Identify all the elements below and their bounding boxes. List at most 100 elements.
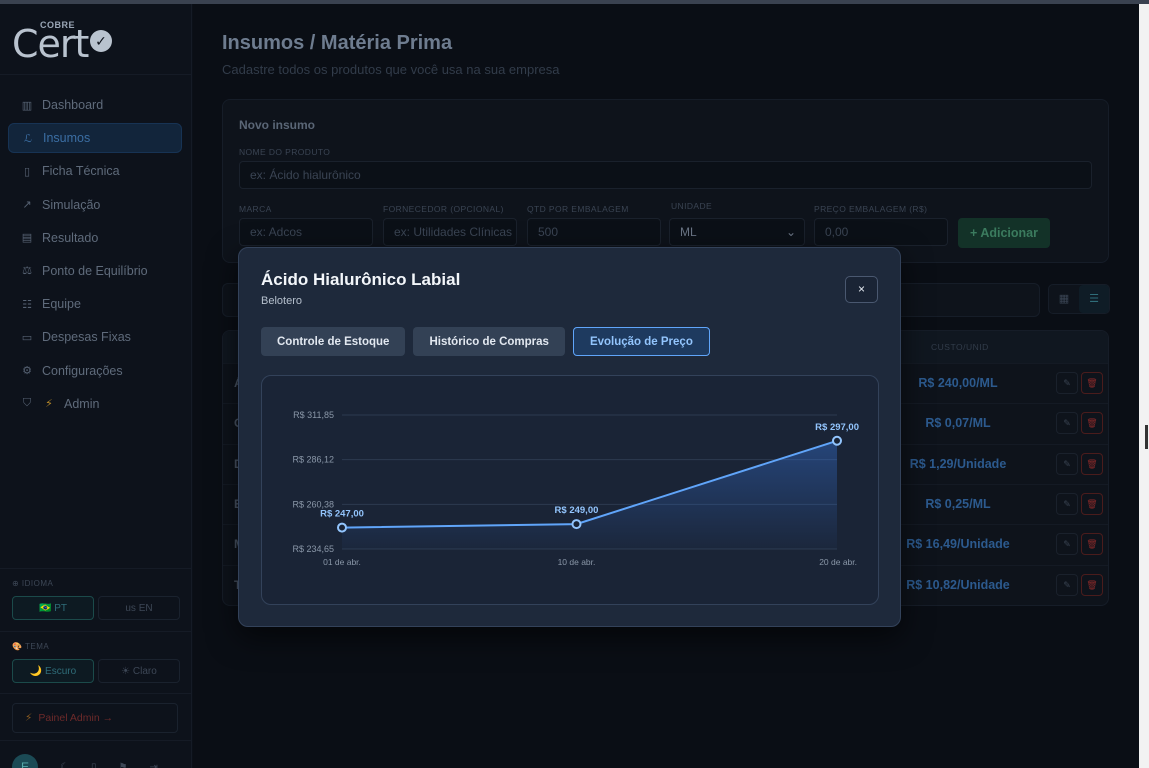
sidebar-item-label: Ponto de Equilíbrio [42,263,148,278]
gear-icon: ⚙ [22,365,32,377]
y-tick-label: R$ 234,65 [292,544,334,554]
brand-input[interactable]: ex: Adcos [239,218,373,246]
page-subtitle: Cadastre todos os produtos que você usa … [222,62,560,77]
sidebar-divider [0,740,192,741]
sidebar-item-dashboard[interactable]: ▥ Dashboard [8,90,182,120]
data-point [337,522,347,533]
trend-icon: ↗ [22,199,32,212]
file-icon[interactable]: ▯ [91,762,97,768]
price-input[interactable]: 0,00 [814,218,948,246]
tab-price-evolution[interactable]: Evolução de Preço [572,327,710,356]
trash-icon[interactable]: 🗑 [1081,452,1103,475]
admin-panel-label: Painel Admin → [38,712,114,724]
avatar[interactable]: E [12,754,38,768]
sidebar-item-label: Resultado [42,230,99,245]
trash-icon[interactable]: 🗑 [1081,573,1103,596]
sidebar-item-ficha-tecnica[interactable]: ▯ Ficha Técnica [8,156,182,186]
edit-icon[interactable]: ✎ [1056,372,1078,394]
logo-main-text: Cert [12,22,89,66]
data-label: R$ 249,00 [555,505,599,516]
sidebar-item-ponto-de-equilibrio[interactable]: ⚖ Ponto de Equilíbrio [8,256,182,286]
unit-select[interactable]: ML ⌄ [669,218,805,246]
data-label: R$ 247,00 [320,509,364,520]
chevron-down-icon: ⌄ [785,225,796,239]
list-view-icon[interactable]: ☰ [1079,285,1109,313]
sidebar-divider [0,74,192,75]
logo-check-icon: ✓ [90,30,112,52]
sidebar-divider [0,693,192,694]
edit-icon[interactable]: ✎ [1056,533,1078,556]
edit-icon[interactable]: ✎ [1056,452,1078,475]
bolt-icon: ⚡ [45,398,53,411]
flag-icon[interactable]: ⚑ [118,762,127,768]
admin-panel-button[interactable]: ⚡ Painel Admin → [12,703,178,733]
y-tick-label: R$ 311,85 [293,410,334,420]
edit-icon[interactable]: ✎ [1056,573,1078,596]
trash-icon[interactable]: 🗑 [1081,533,1103,556]
document-icon: ▤ [21,232,33,245]
data-label: R$ 297,00 [815,422,859,433]
new-supply-title: Novo insumo [239,118,316,132]
logout-icon[interactable]: ⇥ [149,762,157,768]
supplier-input[interactable]: ex: Utilidades Clínicas [383,218,517,246]
x-tick-label: 20 de abr. [819,557,857,567]
language-switch: 🇧🇷 PT us EN [12,596,180,620]
new-supply-card: Novo insumo NOME DO PRODUTO ex: Ácido hi… [222,99,1109,263]
scrollbar[interactable] [1139,4,1149,768]
language-label: ⊕ IDIOMA [12,579,54,588]
wallet-icon: ▭ [21,331,33,344]
sidebar-item-despesas-fixas[interactable]: ▭ Despesas Fixas [8,322,182,352]
sidebar-item-label: Insumos [43,131,91,146]
scrollbar-thumb[interactable] [1145,425,1148,449]
trash-icon[interactable]: 🗑 [1081,412,1103,435]
tab-stock-control[interactable]: Controle de Estoque [261,327,406,356]
theme-switch: 🌙 Escuro ☀ Claro [12,659,180,683]
sidebar-item-label: Admin [64,396,100,411]
trash-icon[interactable]: 🗑 [1081,492,1103,515]
trash-icon[interactable]: 🗑 [1081,372,1103,394]
flask-icon: ℒ [24,132,32,145]
sidebar-item-insumos[interactable]: ℒ Insumos [8,123,182,154]
qty-input[interactable]: 500 [527,218,661,246]
price-chart-svg: R$ 234,65R$ 260,38R$ 286,12R$ 311,85R$ 2… [292,410,859,567]
lang-en-button[interactable]: us EN [98,596,180,620]
theme-dark-button[interactable]: 🌙 Escuro [12,659,94,683]
edit-icon[interactable]: ✎ [1056,412,1078,435]
data-point [571,519,582,530]
sidebar-item-simulacao[interactable]: ↗ Simulação [8,190,182,220]
data-point [832,435,842,446]
lang-pt-button[interactable]: 🇧🇷 PT [12,596,94,620]
theme-light-button[interactable]: ☀ Claro [98,659,180,683]
modal-tabs: Controle de Estoque Histórico de Compras… [261,327,710,356]
modal-subtitle: Belotero [261,295,302,307]
sidebar-item-label: Despesas Fixas [42,330,131,345]
logo[interactable]: COBRE Cert ✓ [12,18,122,66]
moon-icon[interactable]: ☾ [60,762,69,768]
series-area [342,440,837,549]
sidebar-divider [0,631,192,632]
unit-label: UNIDADE [671,201,713,211]
price-chart: R$ 234,65 R$ 260,38 R$ 286,12 R$ 311,85 R$ 2… [261,375,879,605]
modal-title: Ácido Hialurônico Labial [261,270,461,289]
close-icon: × [857,282,865,296]
name-label: NOME DO PRODUTO [239,147,331,157]
brand-label: MARCA [239,204,272,214]
qty-label: QTD POR EMBALAGEM [527,204,629,214]
sidebar-item-resultado[interactable]: ▤ Resultado [8,223,182,253]
x-tick-label: 10 de abr. [558,557,596,567]
sidebar-item-label: Configurações [42,363,123,378]
sidebar-item-label: Dashboard [42,98,104,112]
sidebar-item-configuracoes[interactable]: ⚙ Configurações [8,356,182,386]
sidebar-item-equipe[interactable]: ☷ Equipe [8,289,182,319]
cost-column-header: CUSTO/UNID [931,342,989,352]
grid-view-icon[interactable]: ▦ [1049,285,1079,313]
unit-select-value: ML [680,225,697,239]
edit-icon[interactable]: ✎ [1056,492,1078,515]
product-name-input[interactable]: ex: Ácido hialurônico [239,161,1092,189]
add-supply-button[interactable]: + Adicionar [958,218,1050,248]
page-title: Insumos / Matéria Prima [222,32,453,54]
close-button[interactable]: × [845,276,878,303]
sidebar-item-admin[interactable]: ⛉ ⚡ Admin [8,389,182,419]
tab-purchase-history[interactable]: Histórico de Compras [413,327,565,356]
view-toggle: ▦ ☰ [1048,284,1110,314]
